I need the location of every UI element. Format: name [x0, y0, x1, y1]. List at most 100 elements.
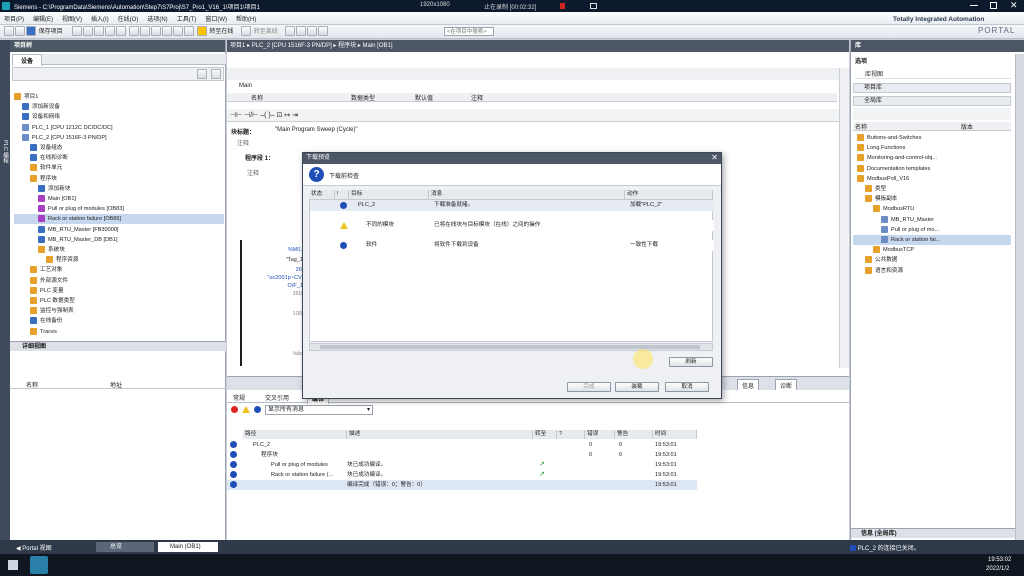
- go-offline-button[interactable]: 转至离线: [254, 29, 278, 35]
- accessible-devices-icon[interactable]: [285, 26, 296, 37]
- menu-item-2[interactable]: 视图(V): [62, 17, 82, 23]
- tree-item[interactable]: Rack or station failure [OB86]: [14, 214, 224, 225]
- menu-item-8[interactable]: 帮助(H): [236, 17, 256, 23]
- library-item[interactable]: Pull or plug of mo...: [853, 225, 1011, 235]
- library-item[interactable]: Long Functions: [853, 143, 1011, 153]
- block-comment[interactable]: 注释: [237, 138, 249, 147]
- tree-item[interactable]: 添加新设备: [14, 102, 224, 112]
- portal-view-button[interactable]: ◀ Portal 视图: [16, 543, 52, 552]
- finish-button[interactable]: 完成: [567, 382, 611, 392]
- dialog-row-action[interactable]: 加载"PLC_2": [630, 200, 710, 210]
- library-view-row[interactable]: 库视图: [855, 69, 1011, 79]
- menu-item-7[interactable]: 窗口(W): [205, 17, 227, 23]
- menu-item-0[interactable]: 项目(P): [4, 17, 24, 23]
- tree-item[interactable]: Main [OB1]: [14, 194, 224, 204]
- library-info-footer[interactable]: 信息 (全局库): [851, 528, 1015, 538]
- load-button[interactable]: 装载: [615, 382, 659, 392]
- library-item[interactable]: 公共数据: [853, 255, 1011, 265]
- tree-item[interactable]: Traces: [14, 327, 224, 337]
- breadcrumb-2[interactable]: PLC_2 [CPU 1516F-3 PN/DP]: [252, 43, 332, 49]
- tree-item[interactable]: 监控与强制表: [14, 306, 224, 316]
- project-search-input[interactable]: [444, 27, 494, 36]
- menu-item-5[interactable]: 选项(N): [147, 17, 167, 23]
- split-vertical-icon[interactable]: [318, 26, 329, 37]
- compile-icon[interactable]: [151, 26, 162, 37]
- tree-item[interactable]: PLC_2 [CPU 1516F-3 PN/DP]: [14, 133, 224, 143]
- menu-item-3[interactable]: 插入(I): [91, 17, 109, 23]
- info-row[interactable]: [227, 480, 697, 490]
- library-item[interactable]: Monitoring-and-control-obj...: [853, 153, 1011, 163]
- main-ob1-tab[interactable]: Main (OB1): [158, 542, 218, 552]
- block-title-value[interactable]: "Main Program Sweep (Cycle)": [275, 127, 358, 133]
- tia-taskbar-icon[interactable]: [30, 556, 48, 574]
- tree-item[interactable]: 在线和诊断: [14, 153, 224, 163]
- tree-item[interactable]: 工艺对象: [14, 265, 224, 275]
- paste-icon[interactable]: [105, 26, 116, 37]
- tab-general[interactable]: 常规: [233, 393, 245, 402]
- goto-arrow-icon[interactable]: ↗: [539, 460, 545, 468]
- breadcrumb-1[interactable]: 项目1: [230, 43, 245, 49]
- new-project-icon[interactable]: [4, 26, 14, 37]
- tree-item[interactable]: MB_RTU_Master_DB [DB1]: [14, 235, 224, 245]
- dialog-hscrollbar[interactable]: [309, 343, 713, 351]
- cut-icon[interactable]: [83, 26, 94, 37]
- library-item[interactable]: Documentation templates: [853, 164, 1011, 174]
- info-row[interactable]: [227, 450, 697, 460]
- tree-item[interactable]: 添加新块: [14, 184, 224, 194]
- tree-item[interactable]: 系统块: [14, 245, 224, 255]
- info-row[interactable]: [227, 440, 697, 450]
- library-item[interactable]: MB_RTU_Master: [853, 215, 1011, 225]
- go-offline-icon[interactable]: [241, 26, 252, 37]
- close-icon[interactable]: ✕: [1010, 0, 1018, 11]
- simulation-icon[interactable]: [184, 26, 195, 37]
- tree-item[interactable]: MB_RTU_Master [FB30000]: [14, 225, 224, 235]
- library-item[interactable]: 语言和资源: [853, 266, 1011, 276]
- breadcrumb-3[interactable]: 程序块: [338, 43, 356, 49]
- print-icon[interactable]: [72, 26, 83, 37]
- error-filter-icon[interactable]: [231, 406, 238, 413]
- warning-filter-icon[interactable]: [242, 406, 250, 413]
- download-icon[interactable]: [162, 26, 173, 37]
- tree-item[interactable]: 程序资源: [14, 255, 224, 265]
- tree-item[interactable]: 项目1: [14, 92, 224, 102]
- tree-item[interactable]: Pull or plug of modules [OB83]: [14, 204, 224, 214]
- camera-icon[interactable]: [590, 3, 597, 9]
- redo-icon[interactable]: [140, 26, 151, 37]
- library-item[interactable]: ModbusPoll_V16: [853, 174, 1011, 184]
- upload-icon[interactable]: [173, 26, 184, 37]
- message-filter-select[interactable]: 显示所有消息 ▾: [265, 405, 373, 415]
- minimize-icon[interactable]: [970, 5, 978, 6]
- go-online-icon[interactable]: [196, 26, 207, 37]
- cross-ref-icon[interactable]: [296, 26, 307, 37]
- tree-item[interactable]: 程序块: [14, 174, 224, 184]
- tree-collapse-icon[interactable]: [211, 69, 221, 79]
- refresh-button[interactable]: 刷新: [669, 357, 713, 367]
- record-stop-icon[interactable]: [560, 3, 565, 9]
- menu-item-4[interactable]: 在线(O): [118, 17, 139, 23]
- save-icon[interactable]: [26, 26, 36, 37]
- split-horizontal-icon[interactable]: [307, 26, 318, 37]
- menu-item-6[interactable]: 工具(T): [177, 17, 197, 23]
- dialog-close-icon[interactable]: ✕: [711, 153, 718, 162]
- windows-start-icon[interactable]: [8, 560, 18, 570]
- library-item[interactable]: 类型: [853, 184, 1011, 194]
- dialog-row-action[interactable]: 一致性下载: [630, 240, 710, 250]
- tree-item[interactable]: PLC 变量: [14, 286, 224, 296]
- library-item[interactable]: ModbusTCP: [853, 245, 1011, 255]
- tree-item[interactable]: 设备和网络: [14, 112, 224, 122]
- info-filter-icon[interactable]: [254, 406, 261, 413]
- open-project-icon[interactable]: [15, 26, 25, 37]
- save-button[interactable]: 保存项目: [39, 29, 63, 35]
- go-online-button[interactable]: 转至在线: [209, 29, 233, 35]
- global-library-header[interactable]: 全局库: [853, 96, 1011, 106]
- project-library-header[interactable]: 项目库: [853, 83, 1011, 93]
- tree-item[interactable]: PLC 数据类型: [14, 296, 224, 306]
- editor-scrollbar[interactable]: [839, 68, 849, 368]
- menu-item-1[interactable]: 编辑(E): [33, 17, 53, 23]
- overview-tab[interactable]: 总览: [96, 542, 154, 552]
- breadcrumb-4[interactable]: Main [OB1]: [362, 43, 392, 49]
- delete-icon[interactable]: [116, 26, 127, 37]
- side-tab-plc[interactable]: PLC 编程: [1, 140, 9, 163]
- library-item[interactable]: Buttons-and-Switches: [853, 133, 1011, 143]
- library-item[interactable]: 模板副本: [853, 194, 1011, 204]
